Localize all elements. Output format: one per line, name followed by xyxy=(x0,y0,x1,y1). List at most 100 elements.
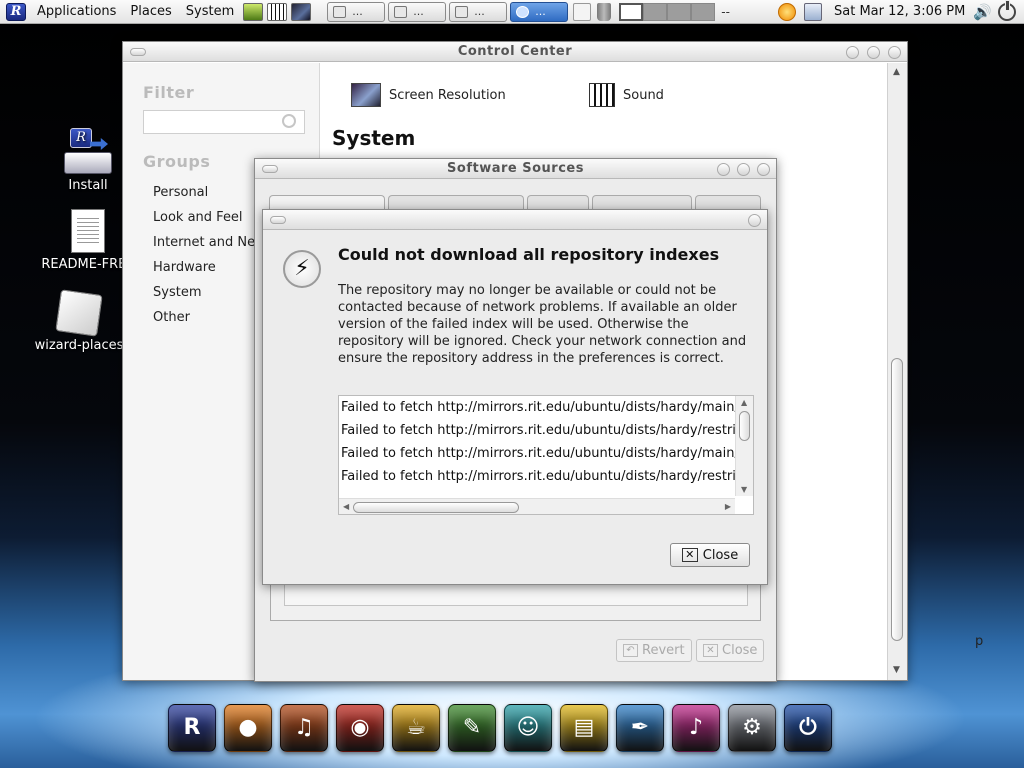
item-screen-resolution[interactable]: Screen Resolution xyxy=(351,83,506,107)
browser-icon[interactable]: ● xyxy=(224,704,272,752)
distro-logo-icon[interactable]: R xyxy=(6,2,26,21)
filter-heading: Filter xyxy=(143,83,195,102)
office-icon[interactable]: ▤ xyxy=(560,704,608,752)
menu-places[interactable]: Places xyxy=(123,0,178,24)
menu-system[interactable]: System xyxy=(179,0,241,24)
group-personal[interactable]: Personal xyxy=(153,185,208,200)
workspace-switcher xyxy=(619,2,716,21)
filter-input[interactable] xyxy=(143,110,305,134)
system-monitor-launcher-icon[interactable] xyxy=(243,2,264,21)
revert-button[interactable]: ↶ Revert xyxy=(616,639,692,662)
maximize-icon[interactable] xyxy=(867,46,880,59)
update-notifier-icon[interactable] xyxy=(778,2,797,21)
guitar-icon[interactable]: ♫ xyxy=(280,704,328,752)
feather-icon[interactable]: ✒ xyxy=(616,704,664,752)
top-panel: R Applications Places System ... ... ...… xyxy=(0,0,1024,24)
settings-icon[interactable]: ⚙ xyxy=(728,704,776,752)
maximize-icon[interactable] xyxy=(737,163,750,176)
display-launcher-icon[interactable] xyxy=(291,2,312,21)
workspace-2[interactable] xyxy=(643,2,668,21)
scroll-thumb[interactable] xyxy=(891,358,903,641)
coffee-cup-icon[interactable]: ☕ xyxy=(392,704,440,752)
dock-glyph: ☕ xyxy=(406,715,426,740)
close-icon[interactable] xyxy=(757,163,770,176)
vertical-scrollbar[interactable]: ▲ ▼ xyxy=(887,63,907,680)
list-item: Failed to fetch http://mirrors.rit.edu/u… xyxy=(341,400,735,415)
minimize-icon[interactable] xyxy=(846,46,859,59)
titlebar[interactable]: Software Sources xyxy=(255,159,776,179)
window-menu-icon[interactable] xyxy=(270,216,286,224)
group-hardware[interactable]: Hardware xyxy=(153,260,216,275)
window-icon xyxy=(394,5,408,18)
clock[interactable]: Sat Mar 12, 3:06 PM xyxy=(826,4,973,19)
menu-applications[interactable]: Applications xyxy=(30,0,123,24)
power-icon[interactable]: ⏻ xyxy=(784,704,832,752)
revert-icon: ↶ xyxy=(623,644,638,657)
group-other[interactable]: Other xyxy=(153,310,190,325)
system-tray: Sat Mar 12, 3:06 PM 🔊 xyxy=(774,0,1024,21)
sound-launcher-icon[interactable] xyxy=(267,2,288,21)
horizontal-scrollbar[interactable]: ◀ ▶ xyxy=(339,498,735,514)
close-icon[interactable] xyxy=(748,214,761,227)
group-look-and-feel[interactable]: Look and Feel xyxy=(153,210,243,225)
workspace-4[interactable] xyxy=(691,2,716,21)
workspace-1[interactable] xyxy=(619,2,644,21)
dock-glyph: ● xyxy=(238,715,258,740)
dock-glyph: ♪ xyxy=(688,715,704,740)
image-editor-icon[interactable]: ✎ xyxy=(448,704,496,752)
window-icon xyxy=(455,5,469,18)
groups-heading: Groups xyxy=(143,152,211,171)
flame-disc-icon[interactable]: ◉ xyxy=(336,704,384,752)
failure-list[interactable]: Failed to fetch http://mirrors.rit.edu/u… xyxy=(338,395,754,515)
window-menu-icon[interactable] xyxy=(262,165,278,173)
minimize-icon[interactable] xyxy=(717,163,730,176)
desktop-icon-wizard-places[interactable]: wizard-places xyxy=(24,289,134,353)
item-sound[interactable]: Sound xyxy=(589,83,664,107)
dialog-title: Could not download all repository indexe… xyxy=(338,245,720,264)
music-note-icon[interactable]: ♪ xyxy=(672,704,720,752)
trash-icon[interactable] xyxy=(597,2,612,21)
window-menu-icon[interactable] xyxy=(130,48,146,56)
list-item: Failed to fetch http://mirrors.rit.edu/u… xyxy=(341,423,735,438)
search-icon xyxy=(282,114,296,128)
item-label: Sound xyxy=(623,87,664,103)
group-system[interactable]: System xyxy=(153,285,201,300)
taskbar-button-active[interactable]: ... xyxy=(510,1,569,22)
workspace-more: -- xyxy=(721,4,730,19)
dialog-close-button[interactable]: ✕ Close xyxy=(670,543,750,567)
scroll-thumb[interactable] xyxy=(353,502,519,513)
taskbar-button-1[interactable]: ... xyxy=(327,1,386,22)
show-desktop-icon[interactable] xyxy=(573,2,592,21)
scroll-down-icon[interactable]: ▼ xyxy=(893,665,900,675)
revert-label: Revert xyxy=(642,643,685,658)
install-icon: R xyxy=(64,128,112,174)
taskbar-label: ... xyxy=(474,5,485,18)
dock-glyph: ⚙ xyxy=(742,715,762,740)
messenger-icon[interactable]: ☺ xyxy=(504,704,552,752)
scroll-up-icon[interactable]: ▲ xyxy=(893,67,900,77)
scroll-up-icon[interactable]: ▲ xyxy=(741,398,747,407)
workspace-3[interactable] xyxy=(667,2,692,21)
close-label: Close xyxy=(702,547,739,563)
distro-logo-icon[interactable]: R xyxy=(168,704,216,752)
scroll-thumb[interactable] xyxy=(739,411,750,441)
dock-glyph: ♫ xyxy=(294,715,314,740)
close-icon: ✕ xyxy=(681,548,698,562)
window-icon xyxy=(333,5,347,18)
close-icon[interactable] xyxy=(888,46,901,59)
scroll-left-icon[interactable]: ◀ xyxy=(343,502,349,511)
taskbar-button-3[interactable]: ... xyxy=(449,1,508,22)
vertical-scrollbar[interactable]: ▲ ▼ xyxy=(735,396,753,496)
taskbar-button-2[interactable]: ... xyxy=(388,1,447,22)
titlebar[interactable]: Control Center xyxy=(123,42,907,62)
network-icon[interactable] xyxy=(804,2,823,21)
close-button[interactable]: ✕ Close xyxy=(696,639,765,662)
dock: R ● ♫ ◉ ☕ ✎ ☺ ▤ ✒ ♪ ⚙ ⏻ xyxy=(168,704,832,752)
scroll-down-icon[interactable]: ▼ xyxy=(741,485,747,494)
power-icon[interactable] xyxy=(998,0,1016,21)
titlebar[interactable] xyxy=(263,210,767,230)
volume-icon[interactable]: 🔊 xyxy=(973,3,992,21)
dock-glyph: R xyxy=(183,715,201,740)
scroll-right-icon[interactable]: ▶ xyxy=(725,502,731,511)
list-item: Failed to fetch http://mirrors.rit.edu/u… xyxy=(341,469,735,484)
